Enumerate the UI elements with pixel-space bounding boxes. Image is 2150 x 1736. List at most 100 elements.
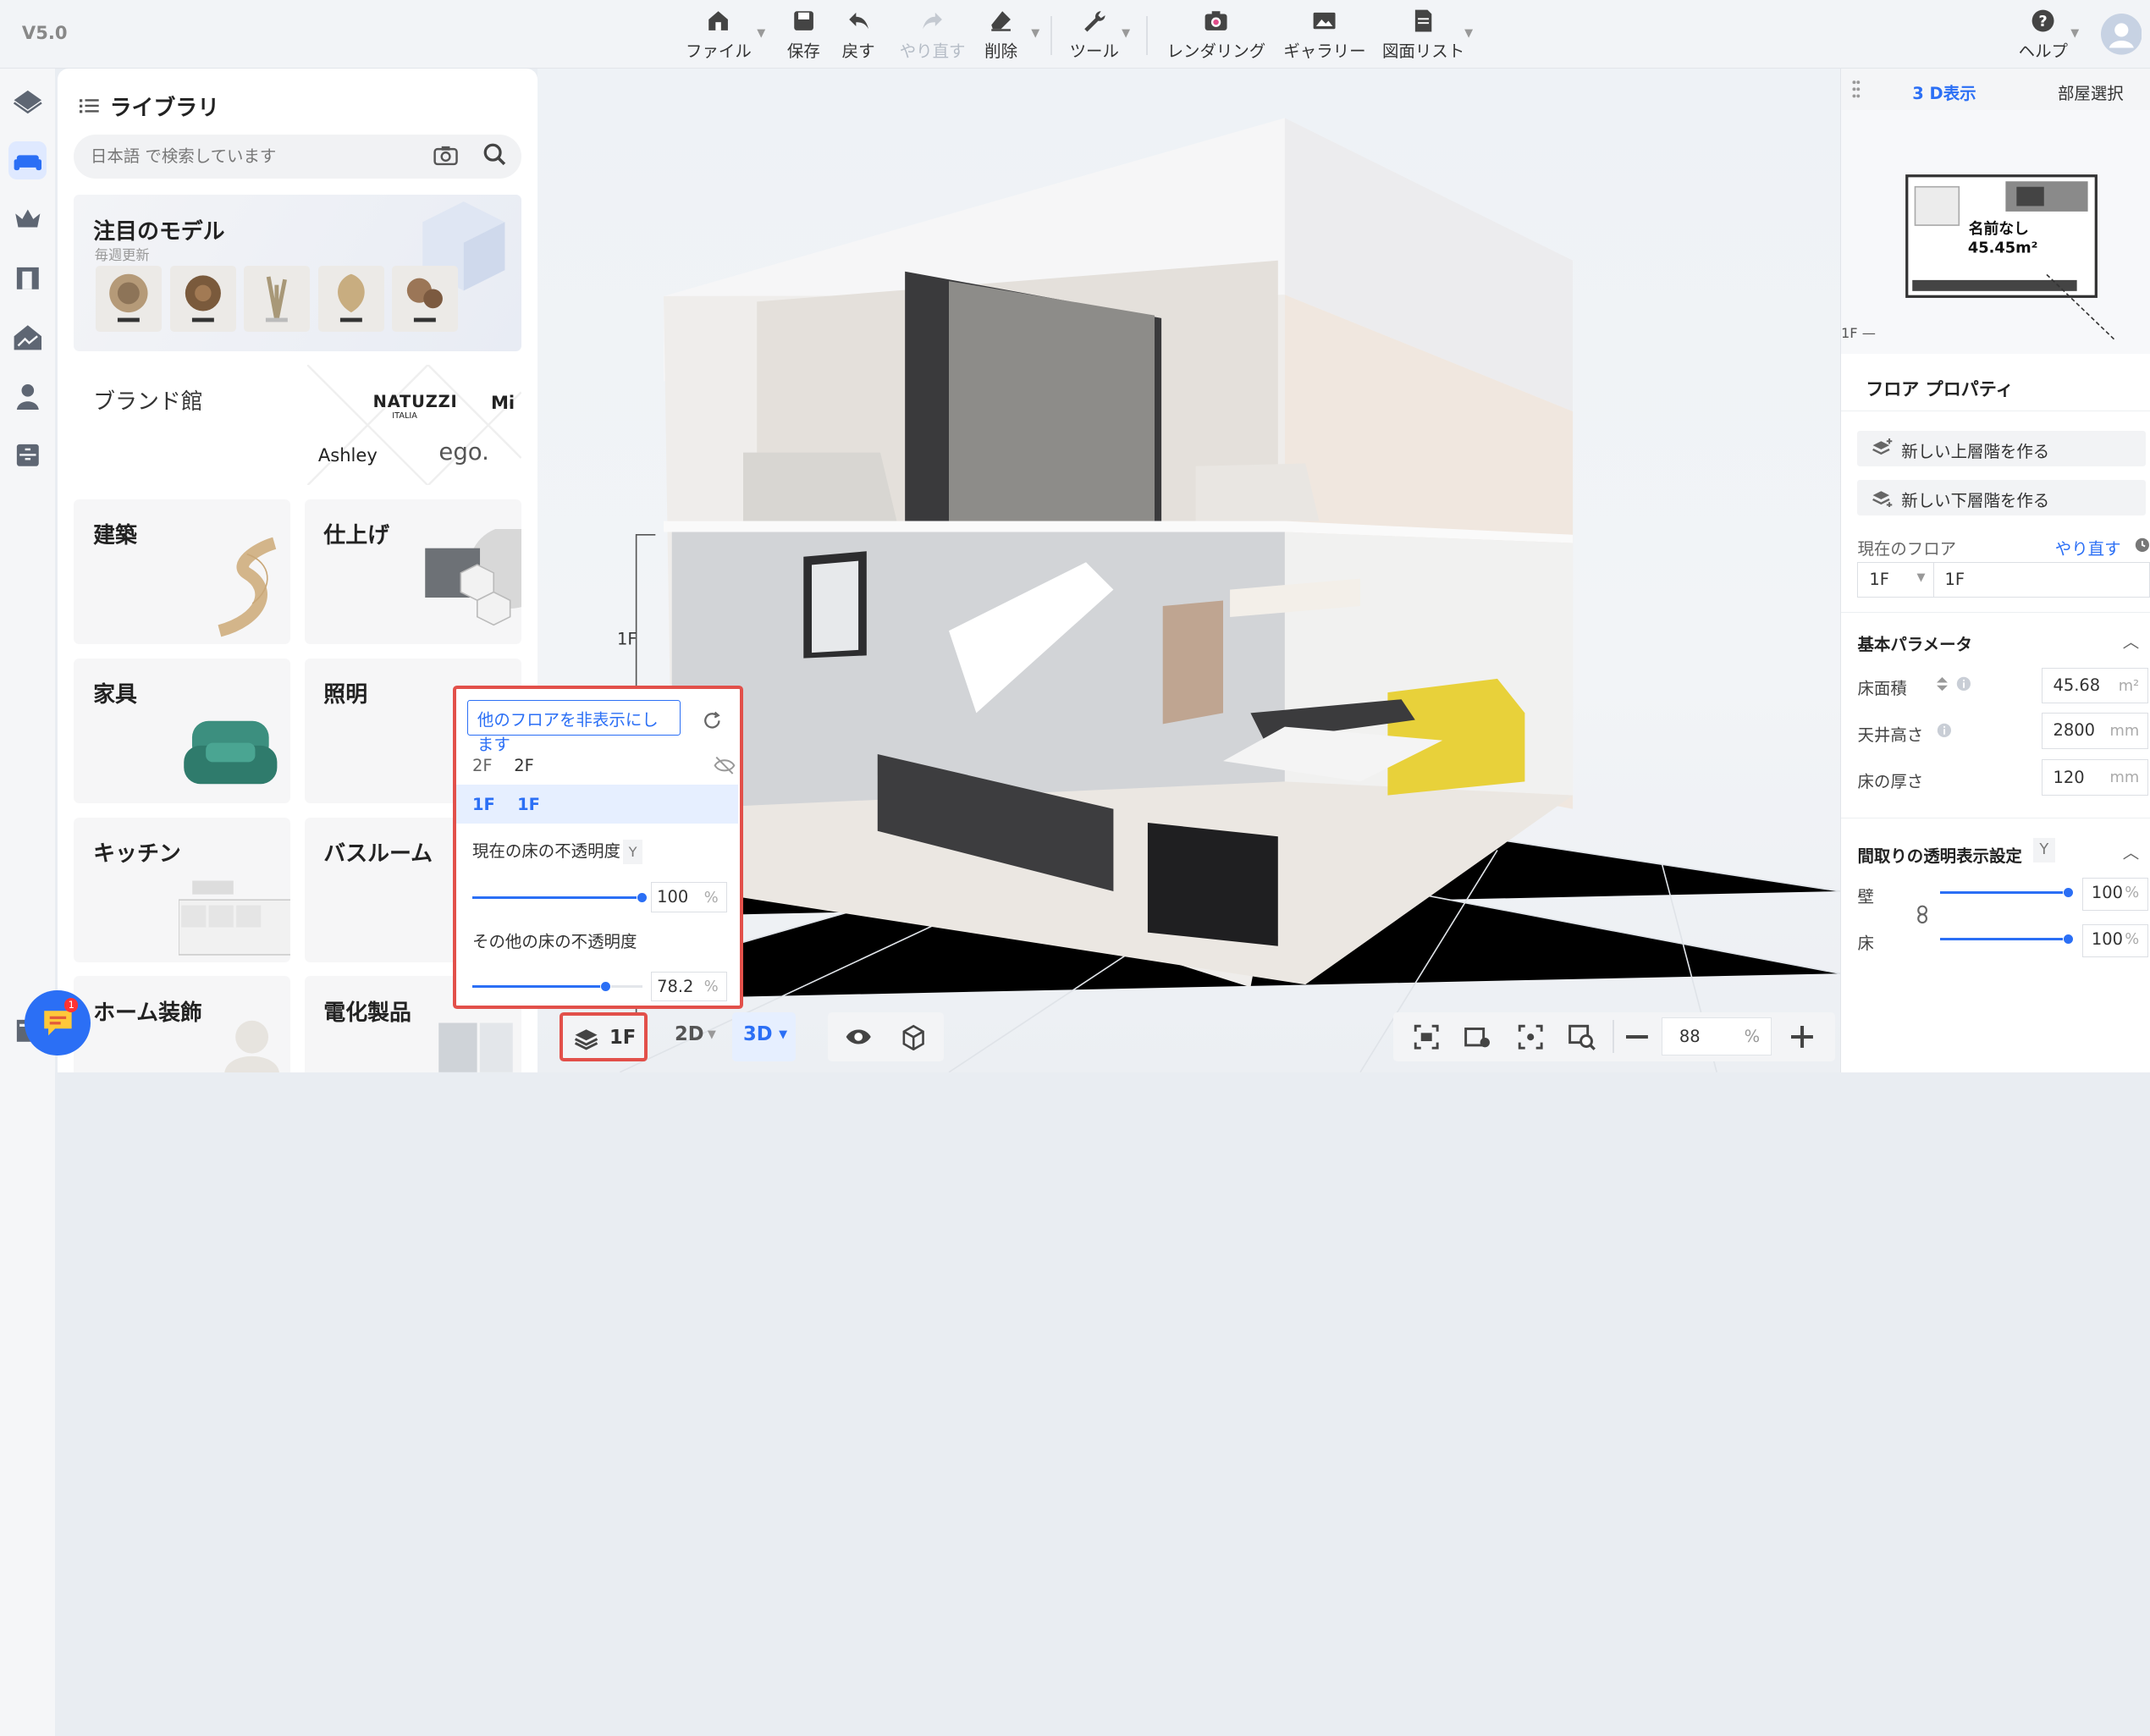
new-upper-floor-button[interactable]: 新しい上層階を作る <box>1857 430 2146 466</box>
wall-slider-knob[interactable] <box>2063 887 2075 899</box>
floor-name-input[interactable]: 1F <box>1932 562 2150 598</box>
floor-slider-knob[interactable] <box>2063 934 2075 945</box>
rail-decor[interactable] <box>8 201 47 239</box>
collapse-chevron-icon[interactable]: ︿ <box>2123 628 2139 653</box>
drag-handle-icon[interactable] <box>1852 80 1861 99</box>
link-chain-icon[interactable] <box>1916 905 1929 924</box>
floor-opacity-unit: % <box>2125 930 2140 949</box>
brand-grid-lines <box>306 364 521 486</box>
rail-cabinet[interactable] <box>8 436 47 474</box>
floor-thickness-unit: mm <box>2109 769 2140 787</box>
file-caret-icon[interactable]: ▼ <box>757 27 765 40</box>
rail-structure[interactable] <box>8 318 47 356</box>
floor-thickness-label: 床の厚さ <box>1857 772 1924 792</box>
refresh-button[interactable] <box>692 703 733 738</box>
current-opacity-slider-knob[interactable] <box>637 891 648 903</box>
zoom-input[interactable]: 88 % <box>1662 1017 1772 1056</box>
redo-button[interactable]: やり直す <box>899 8 966 62</box>
category-kitchen[interactable]: キッチン <box>74 817 291 963</box>
image-search-button[interactable] <box>433 142 458 167</box>
floor-area-input[interactable]: 45.68 m² <box>2041 667 2148 704</box>
brand-hall-card[interactable]: ブランド館 NATUZZI ITALIA Ashley ego. Mi <box>74 364 521 486</box>
drawing-list-caret-icon[interactable]: ▼ <box>1464 27 1473 40</box>
collapse-chevron-icon[interactable]: ︿ <box>2123 839 2139 863</box>
hidden-eye-icon[interactable] <box>714 756 736 775</box>
tools-menu-button[interactable]: ツール <box>1070 8 1119 62</box>
chevron-down-icon: ▼ <box>779 1028 788 1041</box>
view-3d-button[interactable]: 3D ▼ <box>732 1011 796 1061</box>
rendering-button[interactable]: レンダリング <box>1167 8 1265 62</box>
cube-view-icon[interactable] <box>900 1023 927 1050</box>
undo-button[interactable]: 戻す <box>842 8 875 62</box>
other-opacity-unit: % <box>703 978 719 996</box>
floor-redo-link[interactable]: やり直す <box>2055 535 2121 559</box>
view-2d-button[interactable]: 2D <box>675 1023 704 1045</box>
focus-icon[interactable] <box>1517 1023 1544 1050</box>
delete-caret-icon[interactable]: ▼ <box>1031 27 1039 40</box>
floor-thickness-input[interactable]: 120 mm <box>2041 759 2148 796</box>
brand-title: ブランド館 <box>93 389 203 415</box>
help-button[interactable]: ? ヘルプ <box>2019 8 2068 62</box>
camera-settings-icon[interactable] <box>1464 1023 1491 1050</box>
wall-opacity-input[interactable]: 100 % <box>2082 877 2148 911</box>
floor-row-2f[interactable]: 2F 2F <box>456 747 739 785</box>
featured-thumb[interactable] <box>244 266 311 333</box>
chevron-down-icon[interactable]: ▼ <box>708 1028 716 1041</box>
hide-other-floors-button[interactable]: 他のフロアを非表示にします <box>466 699 681 754</box>
floor-slider-fill <box>1939 938 2069 941</box>
zoom-area-icon[interactable] <box>1568 1023 1596 1050</box>
redo-label: やり直す <box>899 41 966 61</box>
featured-thumb[interactable] <box>96 266 163 333</box>
library-header: ライブラリ <box>79 91 219 122</box>
file-menu-button[interactable]: ファイル <box>686 8 752 62</box>
rail-door-window[interactable] <box>8 259 47 297</box>
floor-select[interactable]: 1F ▼ <box>1857 562 1935 598</box>
search-icon <box>483 144 506 166</box>
category-label: ホーム装飾 <box>93 1000 202 1027</box>
tab-room-select[interactable]: 部屋選択 <box>2058 80 2124 104</box>
floor-row-1f[interactable]: 1F 1F <box>455 785 739 824</box>
help-caret-icon[interactable]: ▼ <box>2070 27 2079 40</box>
save-button[interactable]: 保存 <box>787 8 820 62</box>
chat-support-button[interactable]: 1 <box>25 989 91 1056</box>
gallery-button[interactable]: ギャラリー <box>1283 8 1366 62</box>
floor-layer-button[interactable]: 1F <box>559 1011 648 1061</box>
category-furniture[interactable]: 家具 <box>74 658 291 804</box>
fit-view-icon[interactable] <box>1413 1023 1440 1050</box>
search-button[interactable] <box>482 142 507 167</box>
basic-params-title: 基本パラメータ <box>1857 635 1972 655</box>
transparency-shortcut-key: Y <box>2032 837 2055 862</box>
rail-floorplan[interactable] <box>8 82 47 120</box>
delete-button[interactable]: 削除 <box>984 8 1017 62</box>
info-icon[interactable] <box>1956 676 1971 692</box>
featured-models-card[interactable]: 注目のモデル 毎週更新 <box>74 195 521 351</box>
info-icon[interactable] <box>1937 723 1952 738</box>
zoom-in-icon[interactable] <box>1790 1025 1813 1048</box>
other-opacity-slider-knob[interactable] <box>599 981 611 992</box>
rail-people[interactable] <box>8 378 47 416</box>
minimap[interactable]: 名前なし 45.45m² 1F — <box>1841 109 2150 354</box>
other-opacity-input[interactable]: 78.2 % <box>650 971 728 1002</box>
current-opacity-input[interactable]: 100 % <box>650 882 728 913</box>
featured-thumb[interactable] <box>392 266 459 333</box>
floor-opacity-input[interactable]: 100 % <box>2082 923 2148 957</box>
featured-thumb[interactable] <box>317 266 384 333</box>
avatar[interactable] <box>2100 14 2142 55</box>
tools-caret-icon[interactable]: ▼ <box>1122 27 1130 40</box>
featured-title: 注目のモデル <box>93 218 225 245</box>
zoom-out-icon[interactable] <box>1626 1035 1649 1039</box>
tab-3d-view[interactable]: 3 D表示 <box>1912 80 1976 104</box>
ceiling-height-input[interactable]: 2800 mm <box>2041 713 2148 749</box>
category-architecture[interactable]: 建築 <box>74 499 291 645</box>
rail-furniture[interactable] <box>8 141 47 180</box>
category-home-decor[interactable]: ホーム装飾 <box>74 976 291 1072</box>
layer-add-icon <box>1872 438 1892 455</box>
featured-thumb[interactable] <box>169 266 236 333</box>
category-finishes[interactable]: 仕上げ <box>304 499 521 645</box>
search-input[interactable] <box>74 134 417 179</box>
kitchen-unit-icon <box>178 880 291 956</box>
sort-arrows-icon[interactable] <box>1937 677 1949 692</box>
drawing-list-button[interactable]: 図面リスト <box>1382 8 1464 62</box>
new-lower-floor-button[interactable]: 新しい下層階を作る <box>1857 480 2146 516</box>
eye-icon[interactable] <box>845 1026 872 1048</box>
